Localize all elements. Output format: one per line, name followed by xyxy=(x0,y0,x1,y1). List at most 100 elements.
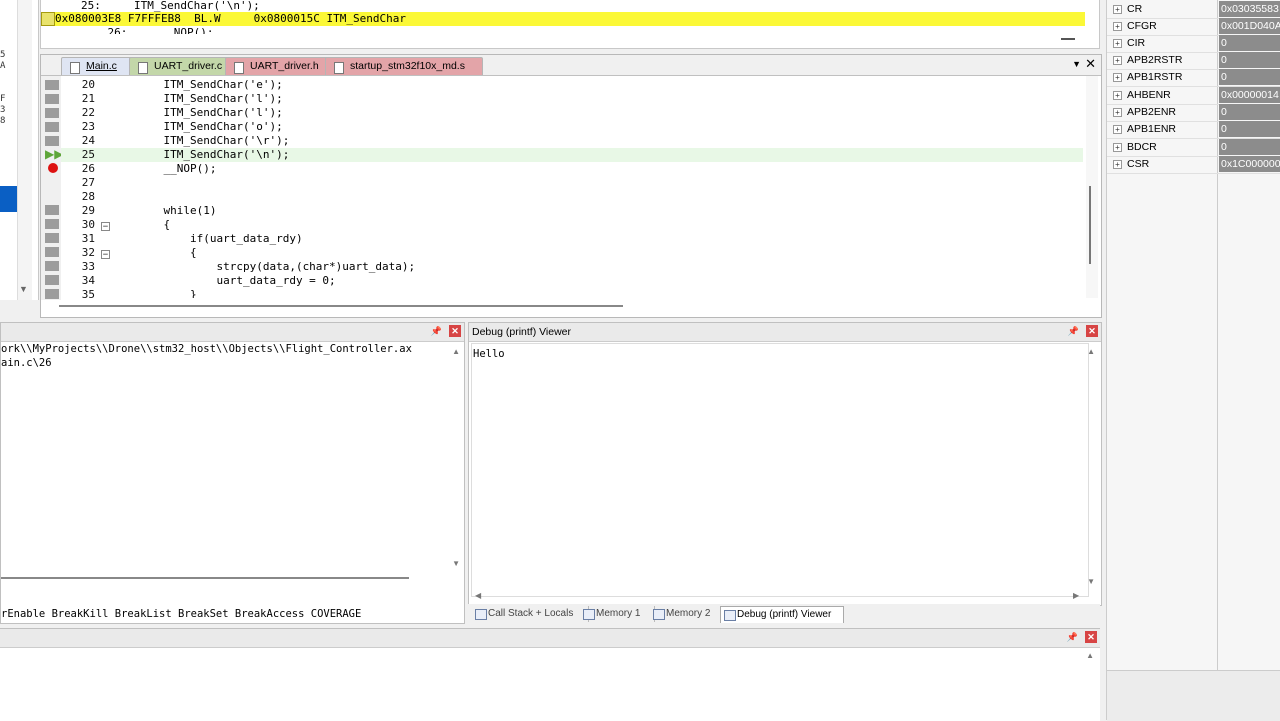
close-icon[interactable]: ✕ xyxy=(1085,631,1097,643)
expand-icon[interactable]: + xyxy=(1113,108,1122,117)
scroll-up-icon[interactable]: ▲ xyxy=(452,347,460,356)
register-row[interactable]: + CFGR 0x001D040A xyxy=(1107,18,1280,36)
code-text: ITM_SendChar('e'); xyxy=(137,78,283,91)
fold-collapse-icon[interactable]: − xyxy=(101,222,110,232)
expand-icon[interactable]: + xyxy=(1113,143,1122,152)
register-row[interactable]: + BDCR 0 xyxy=(1107,139,1280,157)
register-value[interactable]: 0x001D040A xyxy=(1219,18,1280,34)
code-text: ITM_SendChar('l'); xyxy=(137,92,283,105)
code-line[interactable]: 35 } xyxy=(61,288,1083,298)
code-line[interactable]: 22 ITM_SendChar('l'); xyxy=(61,106,1083,120)
line-marker xyxy=(45,261,59,271)
expand-icon[interactable]: + xyxy=(1113,160,1122,169)
scroll-down-icon[interactable]: ▼ xyxy=(1087,577,1095,586)
code-line[interactable]: 33 strcpy(data,(char*)uart_data); xyxy=(61,260,1083,274)
code-line[interactable]: 23 ITM_SendChar('o'); xyxy=(61,120,1083,134)
code-line[interactable]: 21 ITM_SendChar('l'); xyxy=(61,92,1083,106)
register-row[interactable]: + CIR 0 xyxy=(1107,35,1280,53)
register-row[interactable]: + APB2RSTR 0 xyxy=(1107,52,1280,70)
editor-gutter[interactable]: ▶▶ xyxy=(41,76,63,300)
scroll-right-icon[interactable]: ▶ xyxy=(1073,591,1079,600)
scroll-left-icon[interactable]: ◀ xyxy=(475,591,481,600)
tab-call-stack[interactable]: Call Stack + Locals xyxy=(472,606,589,622)
expand-icon[interactable]: + xyxy=(1113,125,1122,134)
breakpoint-icon[interactable] xyxy=(48,163,58,173)
register-value[interactable]: 0 xyxy=(1219,104,1280,120)
register-value[interactable]: 0 xyxy=(1219,139,1280,155)
close-icon[interactable]: ✕ xyxy=(449,325,461,337)
tab-uart-driver-h[interactable]: UART_driver.h xyxy=(225,57,335,75)
editor-vertical-scrollbar[interactable] xyxy=(1086,76,1098,298)
minimize-icon[interactable] xyxy=(1061,38,1075,40)
scrollbar-thumb[interactable] xyxy=(1089,186,1091,264)
code-text: if(uart_data_rdy) xyxy=(137,232,303,245)
command-line-hints: rEnable BreakKill BreakList BreakSet Bre… xyxy=(1,608,362,620)
code-line[interactable]: 34 uart_data_rdy = 0; xyxy=(61,274,1083,288)
register-name: APB2ENR xyxy=(1127,106,1177,118)
fold-collapse-icon[interactable]: − xyxy=(101,250,110,260)
line-number: 24 xyxy=(81,134,95,147)
close-editor-icon[interactable]: ✕ xyxy=(1085,56,1096,72)
line-number: 22 xyxy=(81,106,95,119)
printf-output-area[interactable] xyxy=(471,343,1089,597)
panel-header: 📌 ✕ xyxy=(0,629,1100,648)
register-value[interactable]: 0x1C000000 xyxy=(1219,156,1280,172)
tab-startup-s[interactable]: startup_stm32f10x_md.s xyxy=(325,57,483,75)
code-text: ITM_SendChar('l'); xyxy=(137,106,283,119)
register-value[interactable]: 0x00000014 xyxy=(1219,87,1280,103)
tab-debug-printf-viewer[interactable]: Debug (printf) Viewer xyxy=(720,606,844,623)
scroll-down-icon[interactable]: ▼ xyxy=(19,284,28,294)
register-row[interactable]: + AHBENR 0x00000014 xyxy=(1107,87,1280,105)
scroll-down-icon[interactable]: ▼ xyxy=(452,559,460,568)
scroll-up-icon[interactable]: ▲ xyxy=(1086,651,1094,660)
code-line-current[interactable]: 25 ITM_SendChar('\n'); xyxy=(61,148,1083,162)
register-row[interactable]: + CSR 0x1C000000 xyxy=(1107,156,1280,174)
tab-label: Memory 2 xyxy=(666,608,711,619)
code-line[interactable]: 20 ITM_SendChar('e'); xyxy=(61,78,1083,92)
expand-icon[interactable]: + xyxy=(1113,5,1122,14)
source-editor: Main.c UART_driver.c UART_driver.h start… xyxy=(40,54,1102,318)
register-row[interactable]: + APB1ENR 0 xyxy=(1107,121,1280,139)
pin-icon[interactable]: 📌 xyxy=(1067,632,1078,643)
panel-header: 📌 ✕ xyxy=(1,323,464,342)
code-line[interactable]: 24 ITM_SendChar('\r'); xyxy=(61,134,1083,148)
line-number: 25 xyxy=(81,148,95,161)
tab-memory-2[interactable]: Memory 2 xyxy=(650,606,727,622)
expand-icon[interactable]: + xyxy=(1113,56,1122,65)
line-number: 30 xyxy=(81,218,95,231)
code-line[interactable]: 32− { xyxy=(61,246,1083,260)
code-line[interactable]: 26 __NOP(); xyxy=(61,162,1083,176)
register-value[interactable]: 0 xyxy=(1219,121,1280,137)
pin-icon[interactable]: 📌 xyxy=(431,326,442,337)
code-line[interactable]: 27 xyxy=(61,176,1083,190)
disasm-line-instruction: 0x080003E8 F7FFFEB8 BL.W 0x0800015C ITM_… xyxy=(55,12,406,25)
build-output-line: ork\\MyProjects\\Drone\\stm32_host\\Obje… xyxy=(1,343,412,355)
tab-label: Call Stack + Locals xyxy=(488,608,574,619)
register-row[interactable]: + CR 0x03035583 xyxy=(1107,1,1280,19)
expand-icon[interactable]: + xyxy=(1113,22,1122,31)
build-horizontal-scrollbar[interactable] xyxy=(1,577,409,579)
editor-horizontal-scrollbar[interactable] xyxy=(59,305,623,307)
project-scrollbar[interactable] xyxy=(17,0,32,300)
expand-icon[interactable]: + xyxy=(1113,73,1122,82)
tab-list-dropdown-icon[interactable]: ▼ xyxy=(1072,59,1081,69)
register-value[interactable]: 0 xyxy=(1219,52,1280,68)
code-line[interactable]: 31 if(uart_data_rdy) xyxy=(61,232,1083,246)
pin-icon[interactable]: 📌 xyxy=(1068,326,1079,337)
scroll-up-icon[interactable]: ▲ xyxy=(1087,347,1095,356)
code-line[interactable]: 30− { xyxy=(61,218,1083,232)
project-selection[interactable] xyxy=(0,186,17,212)
code-line[interactable]: 29 while(1) xyxy=(61,204,1083,218)
register-row[interactable]: + APB2ENR 0 xyxy=(1107,104,1280,122)
expand-icon[interactable]: + xyxy=(1113,39,1122,48)
code-line[interactable]: 28 xyxy=(61,190,1083,204)
close-icon[interactable]: ✕ xyxy=(1086,325,1098,337)
line-number: 28 xyxy=(81,190,95,203)
register-value[interactable]: 0 xyxy=(1219,69,1280,85)
register-value[interactable]: 0 xyxy=(1219,35,1280,51)
disasm-line-next: 26: __NOP(); xyxy=(81,26,214,34)
tab-memory-1[interactable]: Memory 1 xyxy=(580,606,655,622)
register-value[interactable]: 0x03035583 xyxy=(1219,1,1280,17)
register-row[interactable]: + APB1RSTR 0 xyxy=(1107,69,1280,87)
expand-icon[interactable]: + xyxy=(1113,91,1122,100)
